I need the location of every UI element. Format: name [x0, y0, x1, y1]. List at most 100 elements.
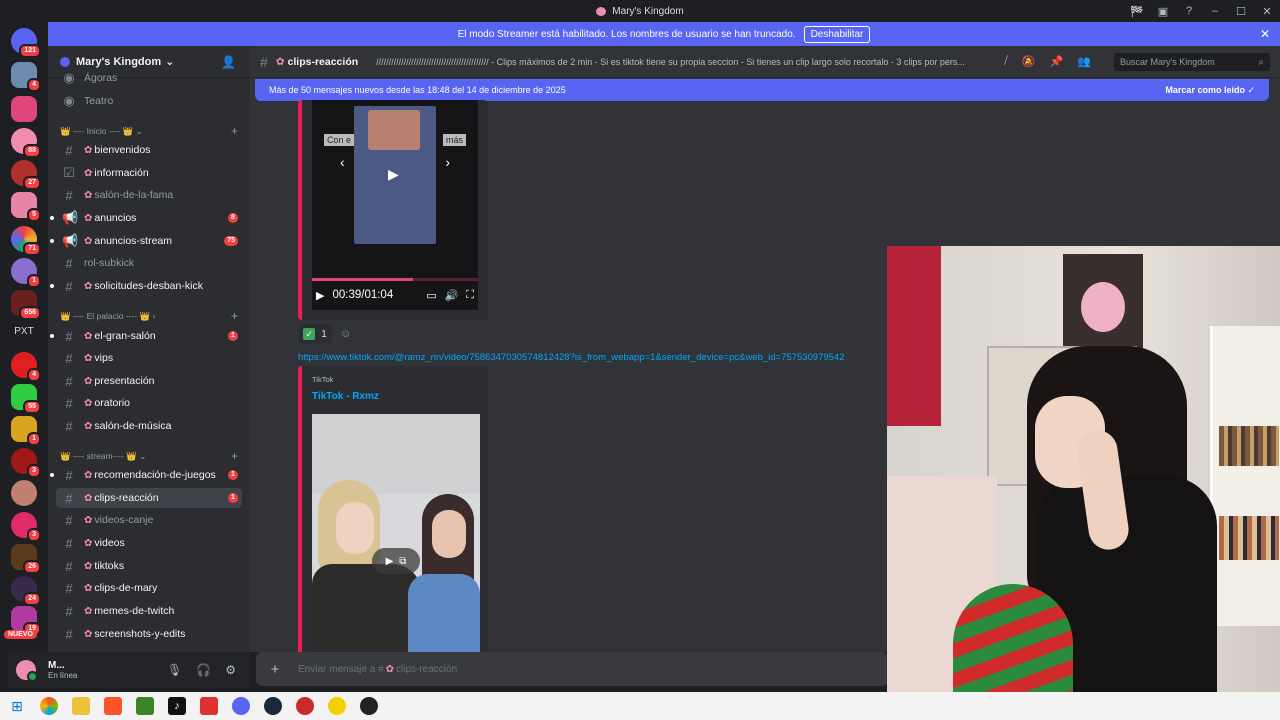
channel-videos[interactable]: # ✿ videos	[56, 533, 242, 553]
channel-topic[interactable]: ////////////////////////////////////////…	[376, 57, 990, 67]
channel-presentacion[interactable]: # ✿ presentación	[56, 371, 242, 391]
channel-solicitudes-desban-kick[interactable]: # ✿ solicitudes-desban-kick	[50, 276, 242, 296]
app-icon[interactable]	[328, 697, 346, 715]
play-overlay-icon[interactable]: ▶	[388, 166, 399, 183]
avatar[interactable]	[16, 660, 38, 682]
add-user-icon[interactable]: 👤	[221, 55, 236, 69]
category-stream[interactable]: 👑 ---- stream---- 👑 ⌄ +	[60, 449, 240, 463]
server-icon[interactable]: 55	[11, 384, 41, 414]
channel-videos-canje[interactable]: # ✿ videos-canje	[56, 510, 242, 530]
new-messages-bar[interactable]: Más de 50 mensajes nuevos desde las 18:4…	[255, 79, 1269, 101]
server-icon[interactable]: 19	[11, 606, 41, 636]
add-channel-icon[interactable]: +	[231, 124, 238, 138]
app-icon[interactable]	[200, 697, 218, 715]
channel-screenshots-y-edits[interactable]: # ✿ screenshots-y-edits	[56, 624, 242, 644]
channel-bienvenidos[interactable]: # ✿ bienvenidos	[56, 140, 242, 160]
maximize-button[interactable]: ☐	[1228, 5, 1254, 18]
channel-memes-de-twitch[interactable]: # ✿ memes-de-twitch	[56, 601, 242, 621]
copilot-icon[interactable]	[40, 697, 58, 715]
reaction-pill[interactable]: ✓ 1	[298, 324, 332, 344]
steam-icon[interactable]	[264, 697, 282, 715]
server-icon[interactable]	[11, 480, 37, 506]
channel-salon-de-la-fama[interactable]: # ✿ salón-de-la-fama	[56, 185, 242, 205]
notifications-muted-icon[interactable]: 🔕	[1022, 55, 1036, 68]
message-link[interactable]: https://www.tiktok.com/@ramz_rin/video/7…	[298, 352, 845, 363]
video-progress-bar[interactable]	[312, 278, 478, 281]
close-window-button[interactable]: ✕	[1254, 5, 1280, 18]
inbox-icon[interactable]: 🏁	[1124, 5, 1150, 18]
play-icon[interactable]: ▶	[316, 289, 324, 302]
headphones-icon[interactable]: 🎧	[196, 663, 211, 677]
channel-oratorio[interactable]: # ✿ oratorio	[56, 393, 242, 413]
channel-clips-reaccion[interactable]: # ✿ clips-reacción 1	[56, 488, 242, 508]
microphone-icon[interactable]: 🎙	[167, 663, 182, 677]
server-icon[interactable]: 3	[11, 512, 41, 542]
threads-icon[interactable]: ⧸	[1004, 55, 1008, 68]
mark-as-read-button[interactable]: Marcar como leído ✓	[1165, 85, 1255, 96]
file-explorer-icon[interactable]	[72, 697, 90, 715]
stage-icon: ◉	[63, 70, 75, 85]
server-icon[interactable]: 5	[11, 192, 41, 222]
play-button[interactable]: ▶ ⧉	[372, 548, 420, 574]
channel-teatro[interactable]: ◉ Teatro	[56, 91, 242, 111]
app-icon[interactable]	[296, 697, 314, 715]
member-list-icon[interactable]: 👥	[1077, 55, 1091, 68]
channel-anuncios-stream[interactable]: 📢 ✿ anuncios-stream 75	[50, 231, 242, 251]
channel-recomendacion-de-juegos[interactable]: # ✿ recomendación-de-juegos 1	[50, 465, 242, 485]
embed-title[interactable]: TikTok - Rxmz	[312, 391, 379, 402]
screen-share-icon[interactable]: ▣	[1150, 5, 1176, 18]
minimize-button[interactable]: –	[1202, 5, 1228, 17]
fullscreen-icon[interactable]: ⛶	[466, 289, 474, 302]
channel-vips[interactable]: # ✿ vips	[56, 348, 242, 368]
server-pxt[interactable]: PXT	[8, 326, 40, 337]
server-icon[interactable]: 24	[11, 576, 41, 606]
add-channel-icon[interactable]: +	[231, 449, 238, 463]
chevron-right-icon[interactable]: ›	[445, 154, 450, 170]
server-icon[interactable]: 71	[11, 226, 41, 256]
disable-streamer-mode-button[interactable]: Deshabilitar	[803, 25, 871, 43]
server-icon[interactable]: 27	[11, 160, 41, 190]
video-player[interactable]: Con e más ‹ › ▶ ▶ 00:39/01:04 ▭ 🔊 ⛶	[312, 100, 478, 310]
channel-agoras[interactable]: ◉ Ágoras	[56, 68, 242, 88]
video-thumbnail[interactable]: ▶ ⧉	[312, 414, 480, 652]
minecraft-icon[interactable]	[136, 697, 154, 715]
tiktok-icon[interactable]: ♪	[168, 697, 186, 715]
settings-gear-icon[interactable]: ⚙	[225, 663, 236, 677]
category-el-palacio[interactable]: 👑 ---- El palacio ---- 👑 › +	[60, 309, 240, 323]
server-icon[interactable]: 1	[11, 258, 41, 288]
pin-icon[interactable]: 📌	[1050, 55, 1064, 68]
server-icon[interactable]: 3	[11, 448, 41, 478]
server-icon[interactable]: 656	[11, 290, 41, 320]
obs-icon[interactable]	[360, 697, 378, 715]
channel-anuncios[interactable]: 📢 ✿ anuncios 8	[50, 208, 242, 228]
windows-start-icon[interactable]: ⊞	[8, 697, 26, 715]
add-channel-icon[interactable]: +	[231, 309, 238, 323]
server-icon[interactable]	[11, 96, 37, 122]
channel-tiktoks[interactable]: # ✿ tiktoks	[56, 556, 242, 576]
channel-salon-de-musica[interactable]: # ✿ salón-de-música	[56, 416, 242, 436]
attach-plus-icon[interactable]: +	[266, 661, 284, 678]
search-input[interactable]: Buscar Mary's Kingdom ⌕	[1114, 53, 1270, 71]
banner-close-icon[interactable]: ✕	[1260, 27, 1270, 41]
help-icon[interactable]: ?	[1176, 5, 1202, 17]
server-icon[interactable]: 26	[11, 544, 41, 574]
channel-el-gran-salon[interactable]: # ✿ el-gran-salón 1	[50, 326, 242, 346]
message-composer[interactable]: + Enviar mensaje a # ✿ clips-reacción	[256, 652, 888, 686]
server-icon[interactable]: 88	[11, 128, 41, 158]
channel-clips-de-mary[interactable]: # ✿ clips-de-mary	[56, 578, 242, 598]
captions-icon[interactable]: ▭	[426, 289, 436, 302]
channel-label: información	[94, 167, 149, 179]
add-reaction-icon[interactable]: ☺	[340, 328, 351, 340]
channel-informacion[interactable]: ☑ ✿ información	[56, 163, 242, 183]
channel-rol-subkick[interactable]: # rol-subkick	[56, 253, 242, 273]
brave-browser-icon[interactable]	[104, 697, 122, 715]
user-names[interactable]: M... En línea	[48, 660, 77, 680]
server-icon[interactable]: 1	[11, 416, 41, 446]
server-icon[interactable]: 4	[11, 62, 41, 92]
home-icon[interactable]: 121	[11, 28, 41, 58]
category-inicio[interactable]: 👑 ---- Inicio ---- 👑 ⌄ +	[60, 124, 240, 138]
volume-icon[interactable]: 🔊	[445, 289, 459, 302]
chevron-left-icon[interactable]: ‹	[340, 154, 345, 170]
discord-icon[interactable]	[232, 697, 250, 715]
server-icon[interactable]: 4	[11, 352, 41, 382]
